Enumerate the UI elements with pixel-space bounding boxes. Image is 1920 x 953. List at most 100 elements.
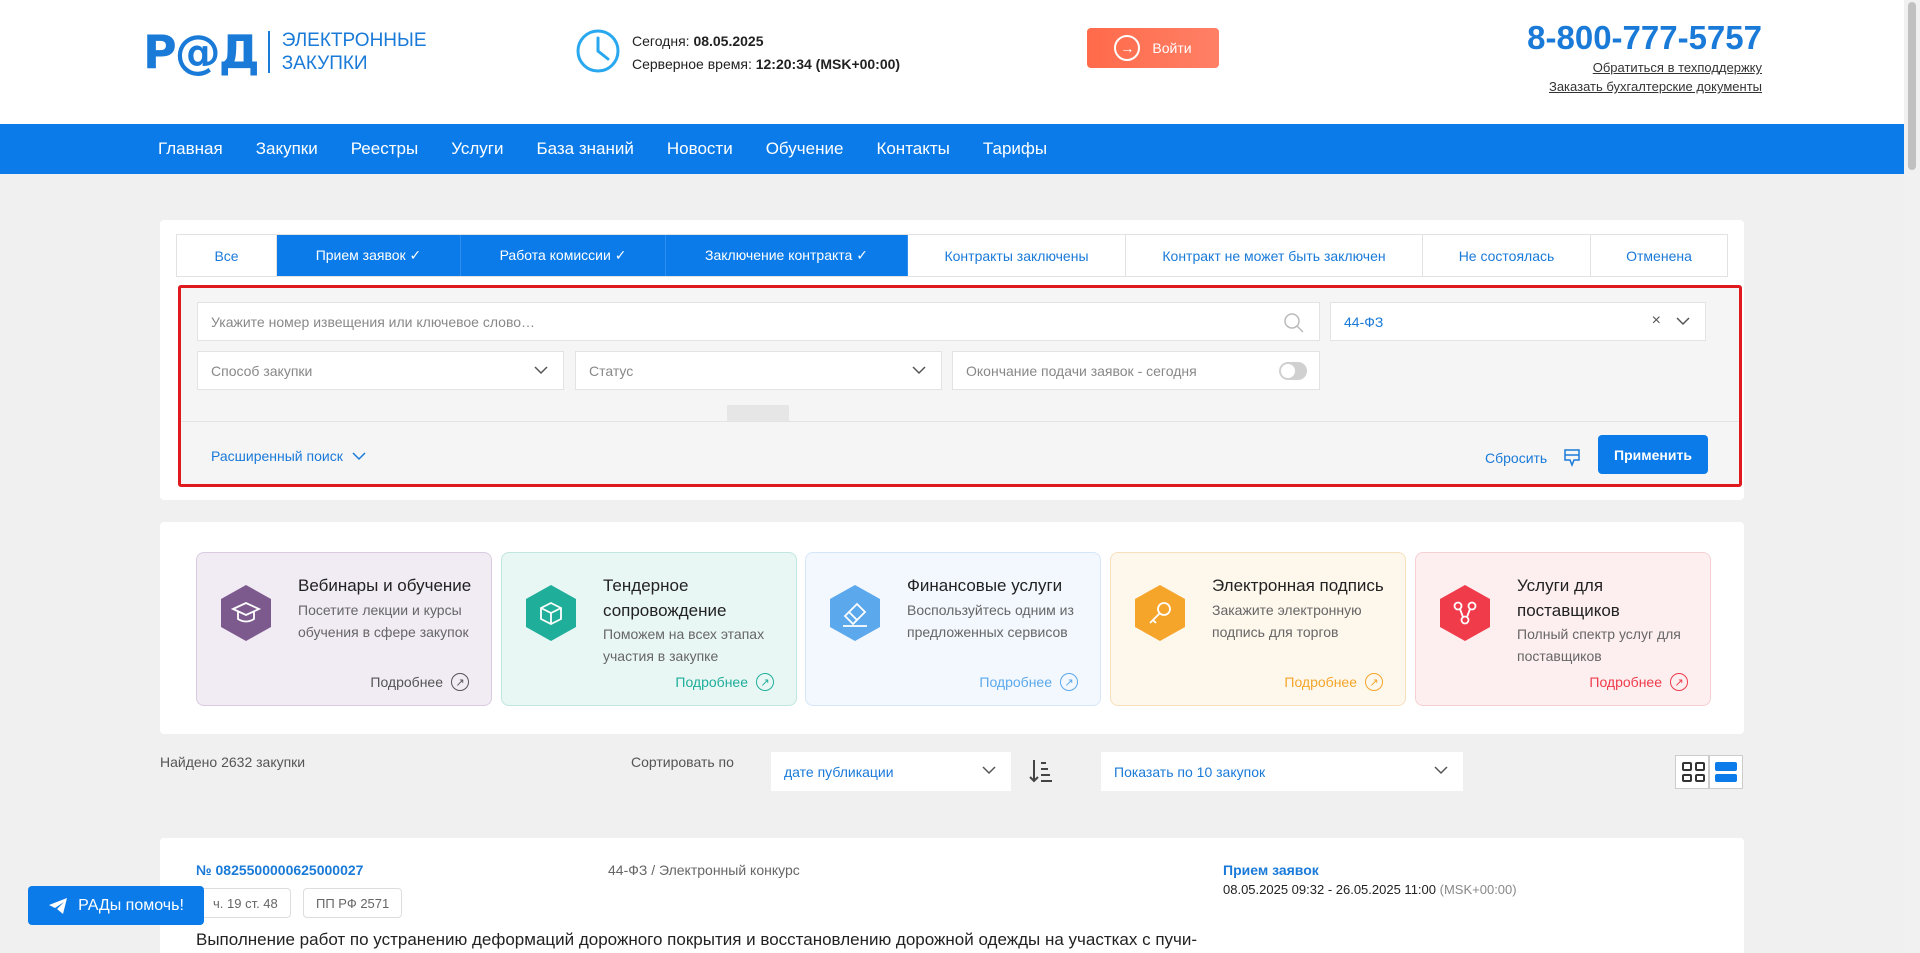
site-header: Р@Д ЭЛЕКТРОННЫЕ ЗАКУПКИ Сегодня: 08.05.2… [0,0,1904,124]
arrow-up-right-icon: ↗ [756,673,774,691]
server-time-line: Серверное время: 12:20:34 (MSK+00:00) [632,53,900,76]
service-more-link[interactable]: Подробнее ↗ [370,673,469,691]
contact-block: 8-800-777-5757 Обратиться в техподдержку… [1527,18,1762,96]
more-label: Подробнее [370,674,443,690]
nav-item-knowledge-base[interactable]: База знаний [536,124,633,174]
chevron-down-icon [1676,317,1690,326]
phone-number[interactable]: 8-800-777-5757 [1527,18,1762,58]
law-select[interactable]: 44-ФЗ × [1330,302,1706,341]
service-more-link[interactable]: Подробнее ↗ [1589,673,1688,691]
tab-contracts-concluded[interactable]: Контракты заключены [908,235,1126,276]
service-suppliers[interactable]: Услуги для поставщиков Полный спектр усл… [1415,552,1711,706]
nav-item-training[interactable]: Обучение [766,124,844,174]
service-title: Финансовые услуги [907,576,1063,595]
chevron-down-icon [912,366,926,375]
law-select-value: 44-ФЗ [1344,313,1384,330]
date-info: Сегодня: 08.05.2025 Серверное время: 12:… [632,30,900,76]
nav-item-services[interactable]: Услуги [451,124,503,174]
grid-view-icon[interactable] [1675,755,1709,789]
chevron-down-icon [1434,766,1448,775]
results-count: Найдено 2632 закупки [160,754,306,770]
per-page-select[interactable]: Показать по 10 закупок [1101,752,1463,791]
nav-item-contacts[interactable]: Контакты [876,124,949,174]
card-icon [830,585,880,641]
tab-contract-conclusion[interactable]: Заключение контракта ✓ [666,235,908,276]
key-icon [1135,585,1185,641]
per-page-value: Показать по 10 закупок [1114,763,1266,780]
server-time-value: 12:20:34 (MSK+00:00) [755,56,901,72]
tab-cancelled[interactable]: Отменена [1591,235,1727,276]
chevron-down-icon [982,766,996,775]
advanced-search-label: Расширенный поиск [211,448,343,464]
collapse-handle[interactable] [727,405,789,421]
login-button[interactable]: → Войти [1087,28,1219,68]
nav-item-home[interactable]: Главная [158,124,223,174]
service-digital-signature[interactable]: Электронная подпись Закажите электронную… [1110,552,1406,706]
nav-item-news[interactable]: Новости [667,124,733,174]
service-more-link[interactable]: Подробнее ↗ [1284,673,1383,691]
support-link[interactable]: Обратиться в техподдержку [1527,58,1762,77]
search-icon[interactable] [1283,312,1305,334]
tab-commission-work[interactable]: Работа комиссии ✓ [461,235,666,276]
deadline-today-filter[interactable]: Окончание подачи заявок - сегодня [952,351,1320,390]
arrow-up-right-icon: ↗ [451,673,469,691]
reset-button[interactable]: Сбросить [1485,448,1581,468]
nav-item-purchases[interactable]: Закупки [256,124,318,174]
help-button[interactable]: РАДы помочь! [28,886,204,925]
cube-icon [526,585,576,641]
tender-dates: 08.05.2025 09:32 - 26.05.2025 11:00 (MSK… [1223,882,1517,897]
apply-button[interactable]: Применить [1598,435,1708,474]
service-desc: Закажите электронную подпись для торгов [1212,602,1362,640]
arrow-up-right-icon: ↗ [1365,673,1383,691]
logo-line-1: ЭЛЕКТРОННЫЕ [281,30,427,51]
tender-law: 44-ФЗ / Электронный конкурс [608,862,800,878]
sort-order-icon[interactable] [1028,757,1054,785]
logo-line-2: ЗАКУПКИ [281,53,368,74]
tender-timezone: (MSK+00:00) [1439,882,1517,897]
service-more-link[interactable]: Подробнее ↗ [675,673,774,691]
tender-number[interactable]: № 0825500000625000027 [196,862,363,878]
advanced-search-toggle[interactable]: Расширенный поиск [211,448,367,464]
status-placeholder: Статус [589,362,634,379]
main-nav: Главная Закупки Реестры Услуги База знан… [0,124,1904,174]
page-scrollbar[interactable] [1904,0,1920,953]
docs-link[interactable]: Заказать бухгалтерские документы [1527,77,1762,96]
panel-divider [181,421,1739,422]
telegram-icon [49,897,68,914]
tab-all[interactable]: Все [177,235,277,276]
logo-mark: Р@Д [143,25,260,79]
eraser-icon [1564,449,1580,468]
service-desc: Посетите лекции и курсы обучения в сфере… [298,602,469,640]
tender-title[interactable]: Выполнение работ по устранению деформаци… [196,930,1197,950]
reset-label: Сбросить [1485,450,1548,466]
method-select[interactable]: Способ закупки [197,351,564,390]
search-panel: Укажите номер извещения или ключевое сло… [178,285,1742,487]
tab-accepting-bids[interactable]: Прием заявок ✓ [277,235,461,276]
tab-contract-cannot-be-concluded[interactable]: Контракт не может быть заключен [1126,235,1423,276]
list-view-icon[interactable] [1709,755,1743,789]
logo-divider [267,31,270,73]
login-arrow-icon: → [1114,35,1141,61]
scrollbar-thumb[interactable] [1908,2,1916,170]
service-title: Электронная подпись [1212,576,1384,595]
nav-item-tariffs[interactable]: Тарифы [983,124,1047,174]
more-label: Подробнее [675,674,748,690]
service-webinars[interactable]: Вебинары и обучение Посетите лекции и ку… [196,552,492,706]
clear-icon[interactable]: × [1652,312,1661,330]
method-placeholder: Способ закупки [211,362,313,379]
sort-select[interactable]: дате публикации [771,752,1011,791]
clock-icon [576,29,620,73]
service-more-link[interactable]: Подробнее ↗ [979,673,1078,691]
login-label: Войти [1152,40,1192,56]
filter-card: Все Прием заявок ✓ Работа комиссии ✓ Зак… [160,220,1744,500]
site-logo[interactable]: Р@Д ЭЛЕКТРОННЫЕ ЗАКУПКИ [143,28,427,76]
service-title: Тендерное сопровождение [603,576,727,620]
deadline-today-toggle[interactable] [1279,362,1307,380]
service-tender-support[interactable]: Тендерное сопровождение Поможем на всех … [501,552,797,706]
tab-failed[interactable]: Не состоялась [1423,235,1591,276]
service-desc: Поможем на всех этапах участия в закупке [603,626,765,664]
search-input[interactable]: Укажите номер извещения или ключевое сло… [197,302,1320,341]
status-select[interactable]: Статус [575,351,942,390]
nav-item-registries[interactable]: Реестры [351,124,418,174]
service-financial[interactable]: Финансовые услуги Воспользуйтесь одним и… [805,552,1101,706]
